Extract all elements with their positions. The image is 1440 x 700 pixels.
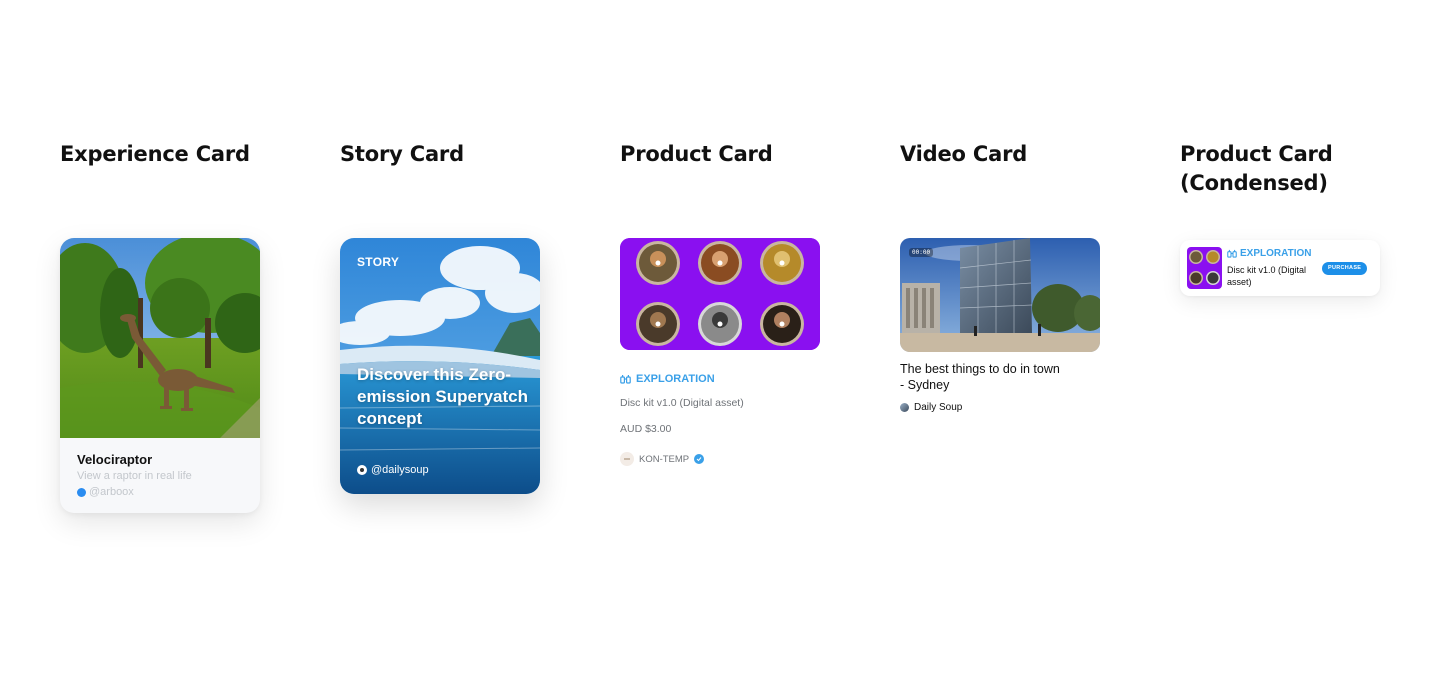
story-tag: STORY xyxy=(357,255,400,269)
section-title-product-condensed: Product Card (Condensed) xyxy=(1180,142,1333,195)
experience-card[interactable]: Velociraptor View a raptor in real life … xyxy=(60,238,260,513)
product-seller[interactable]: KON-TEMP xyxy=(620,452,705,466)
product-name: Disc kit v1.0 (Digital asset) xyxy=(620,397,744,409)
video-timestamp: 00:00 xyxy=(909,248,934,257)
verified-check-icon xyxy=(694,454,705,464)
experience-author[interactable]: @arboox xyxy=(77,486,134,498)
experience-subtitle: View a raptor in real life xyxy=(77,470,192,482)
story-headline: Discover this Zero-emission Superyatch c… xyxy=(357,365,529,428)
video-channel-name: Daily Soup xyxy=(914,402,963,413)
binoculars-icon xyxy=(620,375,631,384)
section-title-experience: Experience Card xyxy=(60,142,250,166)
experience-image xyxy=(60,238,260,438)
seller-logo xyxy=(620,452,634,466)
condensed-product-card[interactable]: EXPLORATION Disc kit v1.0 (Digital asset… xyxy=(1180,240,1380,296)
author-avatar xyxy=(357,465,367,475)
binoculars-icon xyxy=(1227,249,1237,258)
product-price: AUD $3.00 xyxy=(620,423,672,435)
condensed-product-name: Disc kit v1.0 (Digital asset) xyxy=(1227,265,1307,287)
video-channel[interactable]: Daily Soup xyxy=(900,402,962,413)
product-category: EXPLORATION xyxy=(620,373,715,385)
experience-author-handle: @arboox xyxy=(89,486,134,498)
story-author[interactable]: @dailysoup xyxy=(357,464,429,476)
condensed-product-category: EXPLORATION xyxy=(1227,248,1311,259)
product-category-label: EXPLORATION xyxy=(636,373,715,385)
section-title-video: Video Card xyxy=(900,142,1028,166)
experience-title: Velociraptor xyxy=(77,452,153,467)
section-title-story: Story Card xyxy=(340,142,464,166)
condensed-product-thumbnail xyxy=(1187,247,1222,289)
story-card[interactable]: STORY Discover this Zero-emission Supery… xyxy=(340,238,540,494)
author-avatar xyxy=(77,487,86,497)
story-author-handle: @dailysoup xyxy=(371,464,429,476)
purchase-button[interactable]: PURCHASE xyxy=(1322,262,1368,275)
condensed-product-category-label: EXPLORATION xyxy=(1240,248,1312,259)
channel-avatar xyxy=(900,403,909,412)
video-title[interactable]: The best things to do in town - Sydney xyxy=(900,361,1060,393)
section-title-product: Product Card xyxy=(620,142,773,166)
product-seller-name: KON-TEMP xyxy=(639,453,690,465)
product-image[interactable] xyxy=(620,238,820,350)
